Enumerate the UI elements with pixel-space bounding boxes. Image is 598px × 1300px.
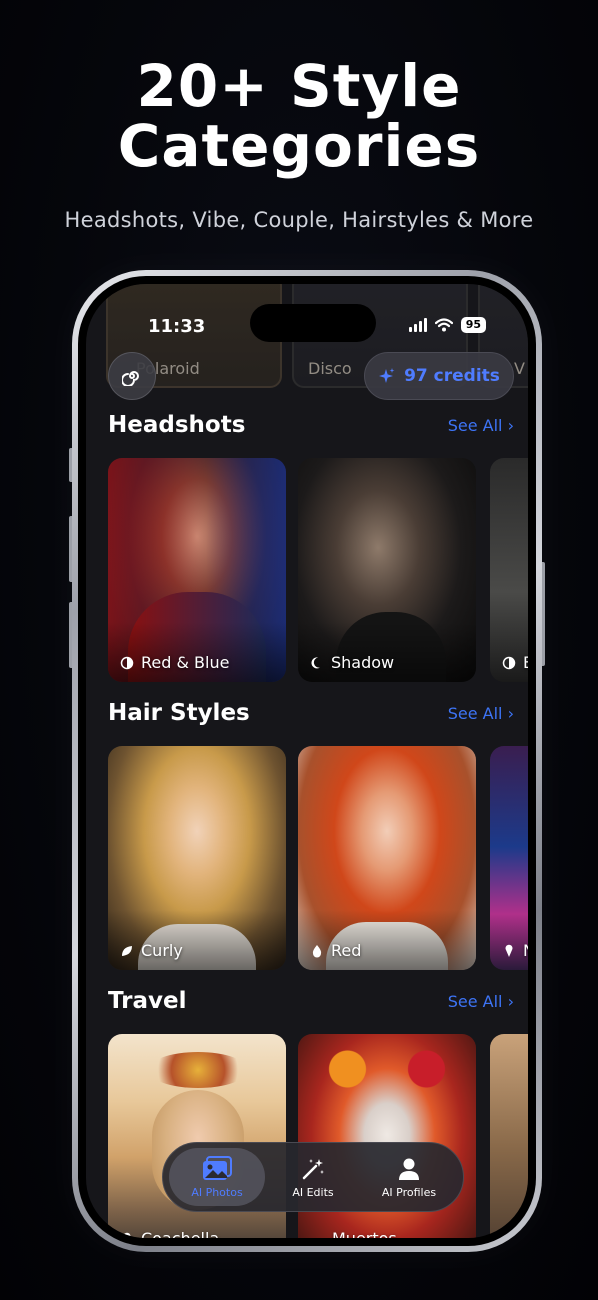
pin-icon xyxy=(505,944,513,957)
strip-card-label: V xyxy=(514,359,525,378)
chevron-right-icon: › xyxy=(507,992,514,1011)
tab-ai-profiles[interactable]: AI Profiles xyxy=(361,1148,457,1206)
dynamic-island xyxy=(250,304,376,342)
see-all-label: See All xyxy=(447,992,503,1011)
card-label-group: Shadow xyxy=(310,653,394,672)
card-label: Red & Blue xyxy=(141,653,230,672)
person-icon xyxy=(399,1158,419,1180)
strip-card-label: Disco xyxy=(308,359,352,378)
promo-headline: 20+ Style Categories xyxy=(0,56,598,176)
style-card-neon[interactable]: N xyxy=(490,746,528,970)
sparkle-icon xyxy=(379,368,395,383)
style-card-shadow[interactable]: Shadow xyxy=(298,458,476,682)
tab-label: AI Photos xyxy=(191,1185,243,1199)
card-label: Coachella xyxy=(141,1229,219,1238)
style-card-partial[interactable]: B xyxy=(490,458,528,682)
phone-bezel: Polaroid Disco V 11:33 95 97 credits Hea… xyxy=(78,276,536,1246)
card-row: Red & Blue Shadow B xyxy=(108,458,528,682)
card-label: Curly xyxy=(141,941,183,960)
tab-ai-edits[interactable]: AI Edits xyxy=(265,1148,361,1206)
cellular-signal-icon xyxy=(408,318,427,332)
moon-icon xyxy=(311,656,320,668)
card-label: Shadow xyxy=(331,653,395,672)
see-all-headshots-link[interactable]: See All › xyxy=(448,416,514,435)
chevron-right-icon: › xyxy=(507,416,514,435)
card-label: Red xyxy=(331,941,362,960)
leaf-icon xyxy=(122,945,132,956)
card-label-group: Red xyxy=(310,941,361,960)
pin-icon xyxy=(123,1232,131,1238)
see-all-hair-styles-link[interactable]: See All › xyxy=(448,704,514,723)
see-all-label: See All xyxy=(447,416,503,435)
card-label: B xyxy=(523,653,528,672)
battery-indicator: 95 xyxy=(460,317,486,333)
section-title: Travel xyxy=(108,988,187,1014)
status-time: 11:33 xyxy=(148,316,206,337)
card-label-group: Coachella xyxy=(120,1229,219,1238)
section-title: Hair Styles xyxy=(108,700,250,726)
bottom-tab-bar: AI Photos AI Edits AI Profiles xyxy=(162,1142,464,1212)
credits-label: 97 credits xyxy=(404,366,500,386)
promo-headline-line1: 20+ Style xyxy=(136,52,462,120)
card-label-group: Muertos xyxy=(332,1229,397,1238)
wifi-icon xyxy=(434,318,453,332)
card-shade xyxy=(108,910,286,970)
card-label: Muertos xyxy=(332,1229,397,1238)
magic-wand-icon xyxy=(302,1158,324,1179)
drop-icon xyxy=(312,944,322,957)
tab-ai-photos[interactable]: AI Photos xyxy=(169,1148,265,1206)
half-circle-icon xyxy=(120,656,134,669)
tab-label: AI Edits xyxy=(292,1185,334,1199)
card-shade xyxy=(298,910,476,970)
card-shade xyxy=(108,622,286,682)
app-logo-button[interactable] xyxy=(108,352,156,400)
see-all-travel-link[interactable]: See All › xyxy=(448,992,514,1011)
section-title: Headshots xyxy=(108,412,246,438)
style-card-red[interactable]: Red xyxy=(298,746,476,970)
card-label-group: B xyxy=(502,653,528,672)
promo-headline-line2: Categories xyxy=(117,112,481,180)
status-icons: 95 xyxy=(408,317,486,333)
promo-subheadline: Headshots, Vibe, Couple, Hairstyles & Mo… xyxy=(64,208,534,232)
spiral-logo-icon xyxy=(122,371,139,386)
card-label-group: Curly xyxy=(120,941,183,960)
card-label-group: N xyxy=(502,941,528,960)
card-label: N xyxy=(523,941,528,960)
style-card-curly[interactable]: Curly xyxy=(108,746,286,970)
half-circle-icon xyxy=(502,656,516,669)
tab-label: AI Profiles xyxy=(381,1185,437,1199)
card-shade xyxy=(298,622,476,682)
card-label-group: Red & Blue xyxy=(120,653,229,672)
credits-button[interactable]: 97 credits xyxy=(364,352,514,400)
chevron-right-icon: › xyxy=(507,704,514,723)
phone-frame: Polaroid Disco V 11:33 95 97 credits Hea… xyxy=(72,270,542,1252)
see-all-label: See All xyxy=(447,704,503,723)
photos-icon xyxy=(203,1155,232,1180)
app-screen: Polaroid Disco V 11:33 95 97 credits Hea… xyxy=(86,284,528,1238)
card-row: Curly Red N xyxy=(108,746,528,970)
style-card-partial[interactable] xyxy=(490,1034,528,1238)
style-card-red-blue[interactable]: Red & Blue xyxy=(108,458,286,682)
